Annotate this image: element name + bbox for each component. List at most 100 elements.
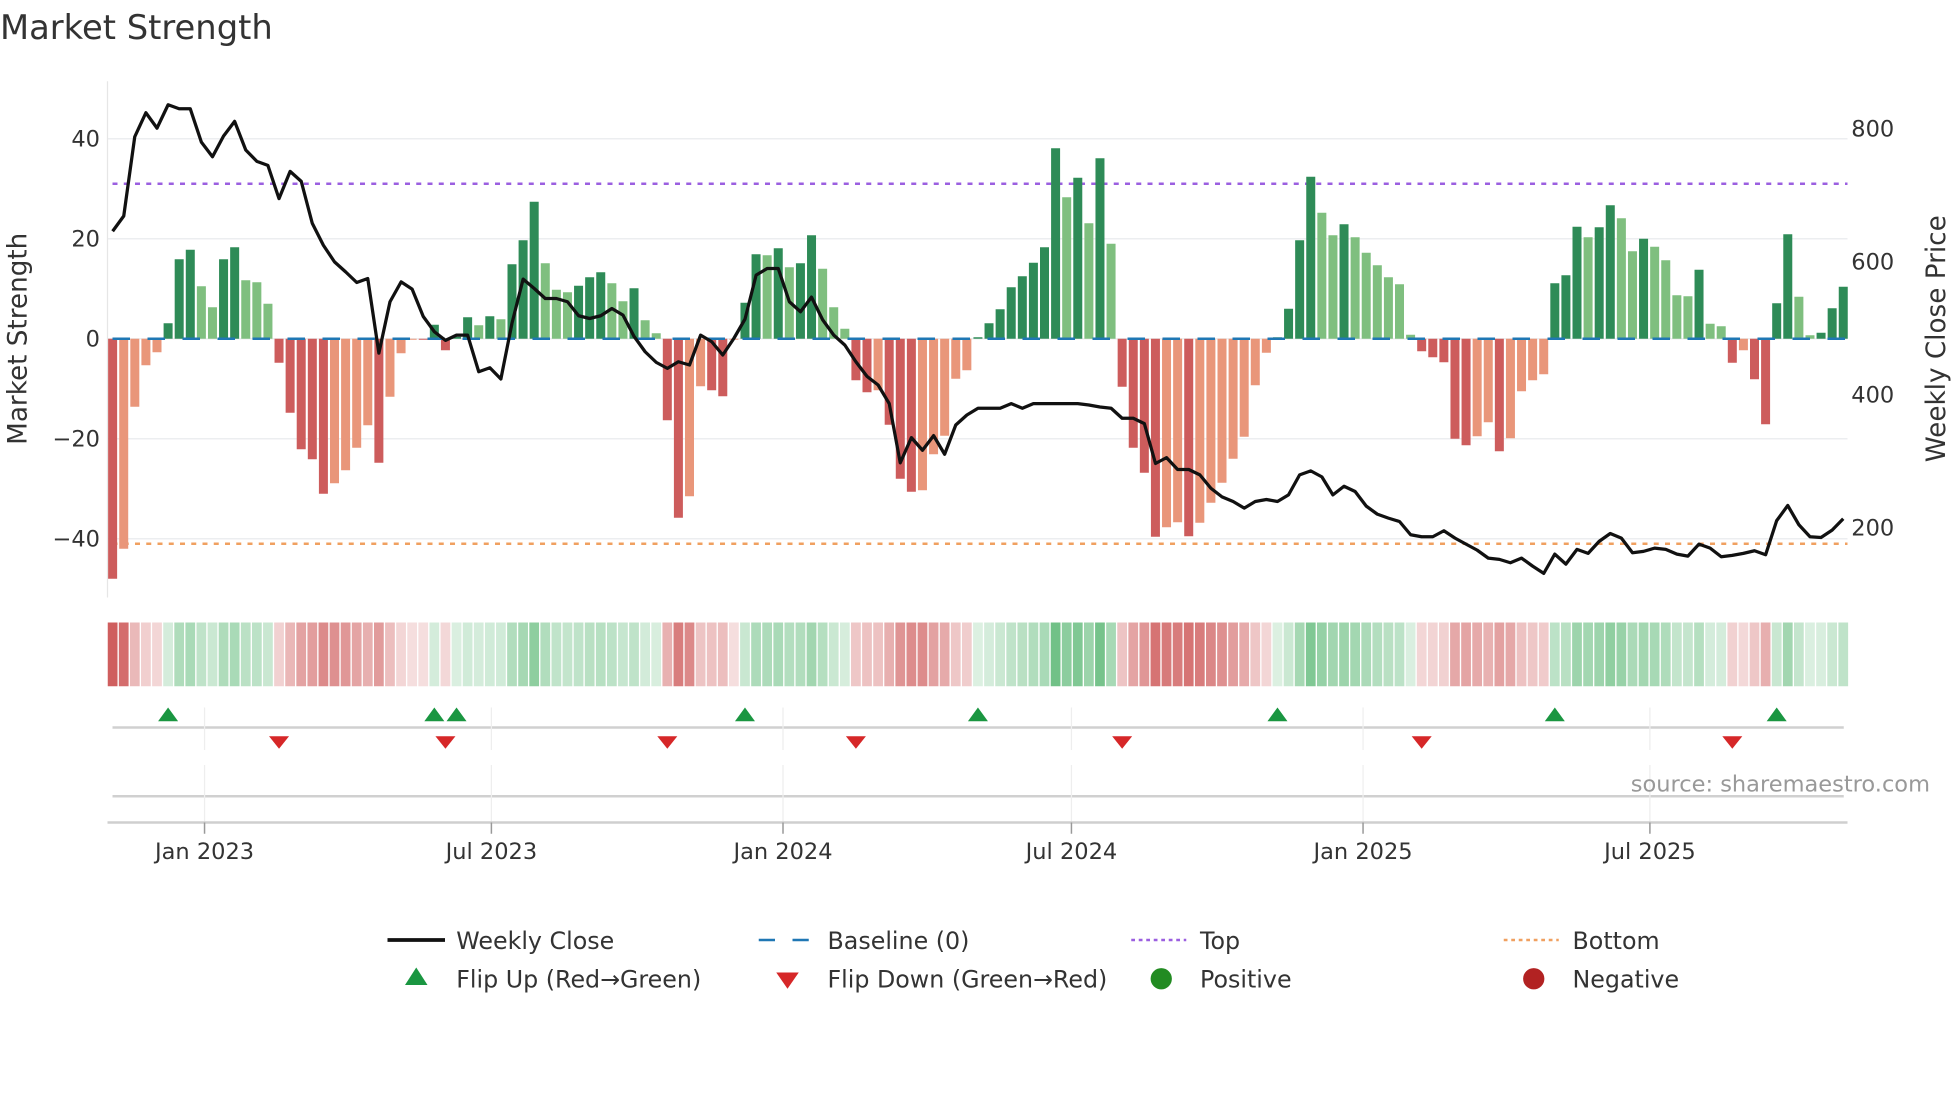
heatmap-cell [1294,622,1305,687]
heatmap-cell [1805,622,1815,687]
strength-bar [1095,158,1105,339]
heatmap-cell [1538,622,1549,687]
strength-bar [174,259,184,339]
heatmap-cell [362,622,373,687]
legend-item-flip-up: Flip Up (Red→Green) [405,966,701,994]
heatmap-cell [751,622,761,687]
heatmap-cell [895,622,906,687]
x-axis: Jan 2023 Jul 2023 Jan 2024 Jul 2024 Jan 2025… [107,821,1848,865]
heatmap-cell [296,622,307,687]
heatmap-cell [174,622,185,687]
strength-bar [196,286,206,339]
strength-bar [1605,205,1615,339]
heatmap-cell [1150,622,1161,687]
heatmap-cell [451,622,462,687]
legend-item-negative: Negative [1523,966,1679,994]
heatmap-cell [1050,622,1061,687]
strength-bar [1539,338,1549,375]
heatmap-cell [407,622,418,687]
strength-bar [152,338,162,353]
strength-bar [241,280,251,339]
heatmap-cell [207,622,218,687]
heatmap-cell [1716,622,1727,687]
heatmap-cell [196,622,207,687]
strength-bar [540,263,550,339]
heatmap-cell [662,622,673,687]
strength-bar [1827,308,1837,339]
strength-bar [818,268,828,339]
strength-bar [1661,260,1671,339]
heatmap-cell [1827,622,1838,687]
heatmap-cell [862,622,872,687]
heatmap-cell [1671,622,1682,687]
heatmap-cell [1561,622,1571,687]
heatmap-cell [618,622,628,687]
heatmap-cell [1450,622,1460,687]
heatmap-cell [1017,622,1028,687]
strength-bar [862,338,872,393]
strength-bar [363,338,373,426]
strength-bar [751,254,761,339]
heatmap-cell [1749,622,1760,687]
strength-bar [1261,338,1271,353]
heatmap-cell [529,622,540,687]
strength-bar [318,338,328,494]
strength-bar [1372,265,1382,339]
heatmap-cell [950,622,961,687]
strength-bar [474,325,484,339]
heatmap-cell [773,622,784,687]
y-tick-label: 0 [86,326,100,352]
heatmap-cell [1483,622,1494,687]
strength-bar [285,338,295,413]
strength-bar [207,307,217,339]
chart-title: Market Strength [0,8,273,47]
heatmap-cell [1616,622,1627,687]
heatmap-cell [562,622,573,687]
strength-bar [1317,212,1327,339]
strength-bar [1561,275,1571,339]
heatmap-cell [163,622,173,687]
heatmap-cell [329,622,340,687]
heatmap-cell [706,622,717,687]
strength-bar [585,277,595,339]
heatmap-cell [573,622,584,687]
strength-bar [1017,276,1027,339]
y2-tick-label: 400 [1851,383,1894,409]
strength-bar [1339,224,1349,339]
heatmap-cell [1627,622,1638,687]
strength-bar [1494,338,1504,452]
strength-bar [906,338,916,492]
triangle-up-icon [405,967,428,985]
heatmap-cell [1694,622,1704,687]
strength-bar [1239,338,1249,437]
strength-bar [1417,338,1427,352]
x-tick-label: Jul 2024 [1024,839,1118,865]
heatmap-cell [1283,622,1294,687]
strength-bar [263,303,273,339]
flip-markers-panel [112,707,1844,823]
strength-bar [596,272,606,339]
strength-bar [219,259,229,339]
heatmap-cell [684,622,695,687]
heatmap-cell [784,622,795,687]
heatmap-cell [251,622,262,687]
heatmap-cell [673,622,684,687]
heatmap-cell [141,622,151,687]
heatmap-cell [1794,622,1804,687]
heatmap-cell [1039,622,1050,687]
heatmap-cell [1683,622,1693,687]
triangle-down-icon [776,972,799,989]
strength-heatmap [107,622,1849,687]
legend-item-weekly-close: Weekly Close [387,927,614,955]
flip-down-marker [1411,736,1432,749]
heatmap-cell [1527,622,1538,687]
x-tick-label: Jan 2025 [1311,839,1412,865]
strength-bar [1428,338,1438,358]
strength-bar [1517,338,1527,392]
heatmap-cell [1383,622,1394,687]
legend-label: Weekly Close [456,927,614,955]
legend: Weekly Close Baseline (0) Top Bottom Flip Up… [387,927,1679,994]
heatmap-cell [928,622,939,687]
heatmap-cell [1072,622,1083,687]
strength-bar [1838,286,1848,339]
